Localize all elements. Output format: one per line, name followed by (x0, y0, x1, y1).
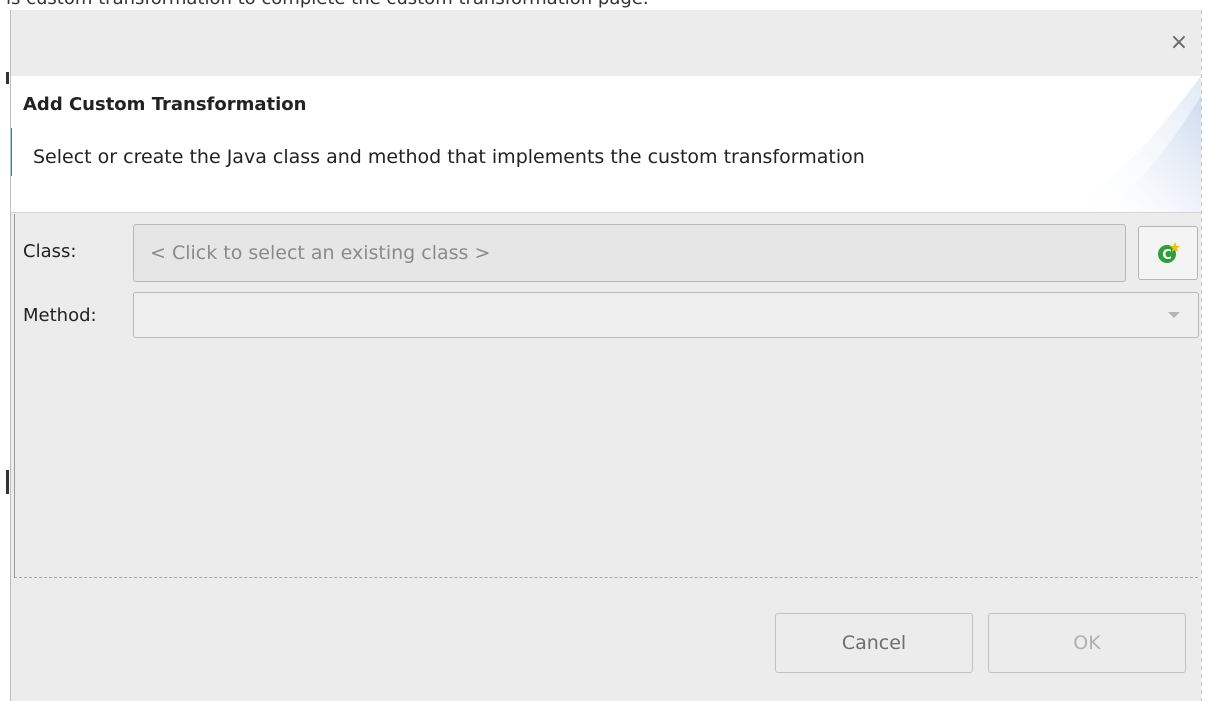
banner-decoration-icon (1062, 76, 1201, 212)
dialog-content-area: Class: < Click to select an existing cla… (14, 214, 1199, 578)
add-custom-transformation-dialog: × Add Custom Transformation Select or cr… (10, 10, 1201, 701)
background-mark (6, 470, 9, 494)
close-icon: × (1169, 29, 1189, 55)
dialog-banner: Add Custom Transformation Select or crea… (11, 76, 1201, 213)
class-label: Class: (23, 241, 77, 262)
class-selector-field[interactable]: < Click to select an existing class > (133, 224, 1126, 282)
svg-text:C: C (1162, 248, 1172, 263)
background-page-left-edge (0, 10, 10, 701)
ok-button[interactable]: OK (988, 613, 1186, 673)
dialog-description: Select or create the Java class and meth… (33, 146, 865, 168)
method-dropdown[interactable] (133, 292, 1199, 338)
dialog-title: Add Custom Transformation (23, 94, 307, 115)
method-label: Method: (23, 305, 97, 326)
class-placeholder: < Click to select an existing class > (150, 242, 491, 264)
chevron-down-icon (1168, 312, 1180, 318)
new-class-icon: C (1158, 242, 1180, 263)
cancel-button[interactable]: Cancel (775, 613, 973, 673)
banner-left-accent (11, 128, 12, 176)
background-page-text: is custom transformation to complete the… (6, 0, 649, 9)
close-button[interactable]: × (1167, 29, 1191, 55)
background-mark (6, 72, 9, 84)
background-page-strip: is custom transformation to complete the… (0, 0, 1208, 10)
dialog-right-edge (1201, 10, 1202, 701)
dialog-titlebar: × (11, 10, 1201, 76)
new-class-button[interactable]: C (1138, 226, 1198, 280)
